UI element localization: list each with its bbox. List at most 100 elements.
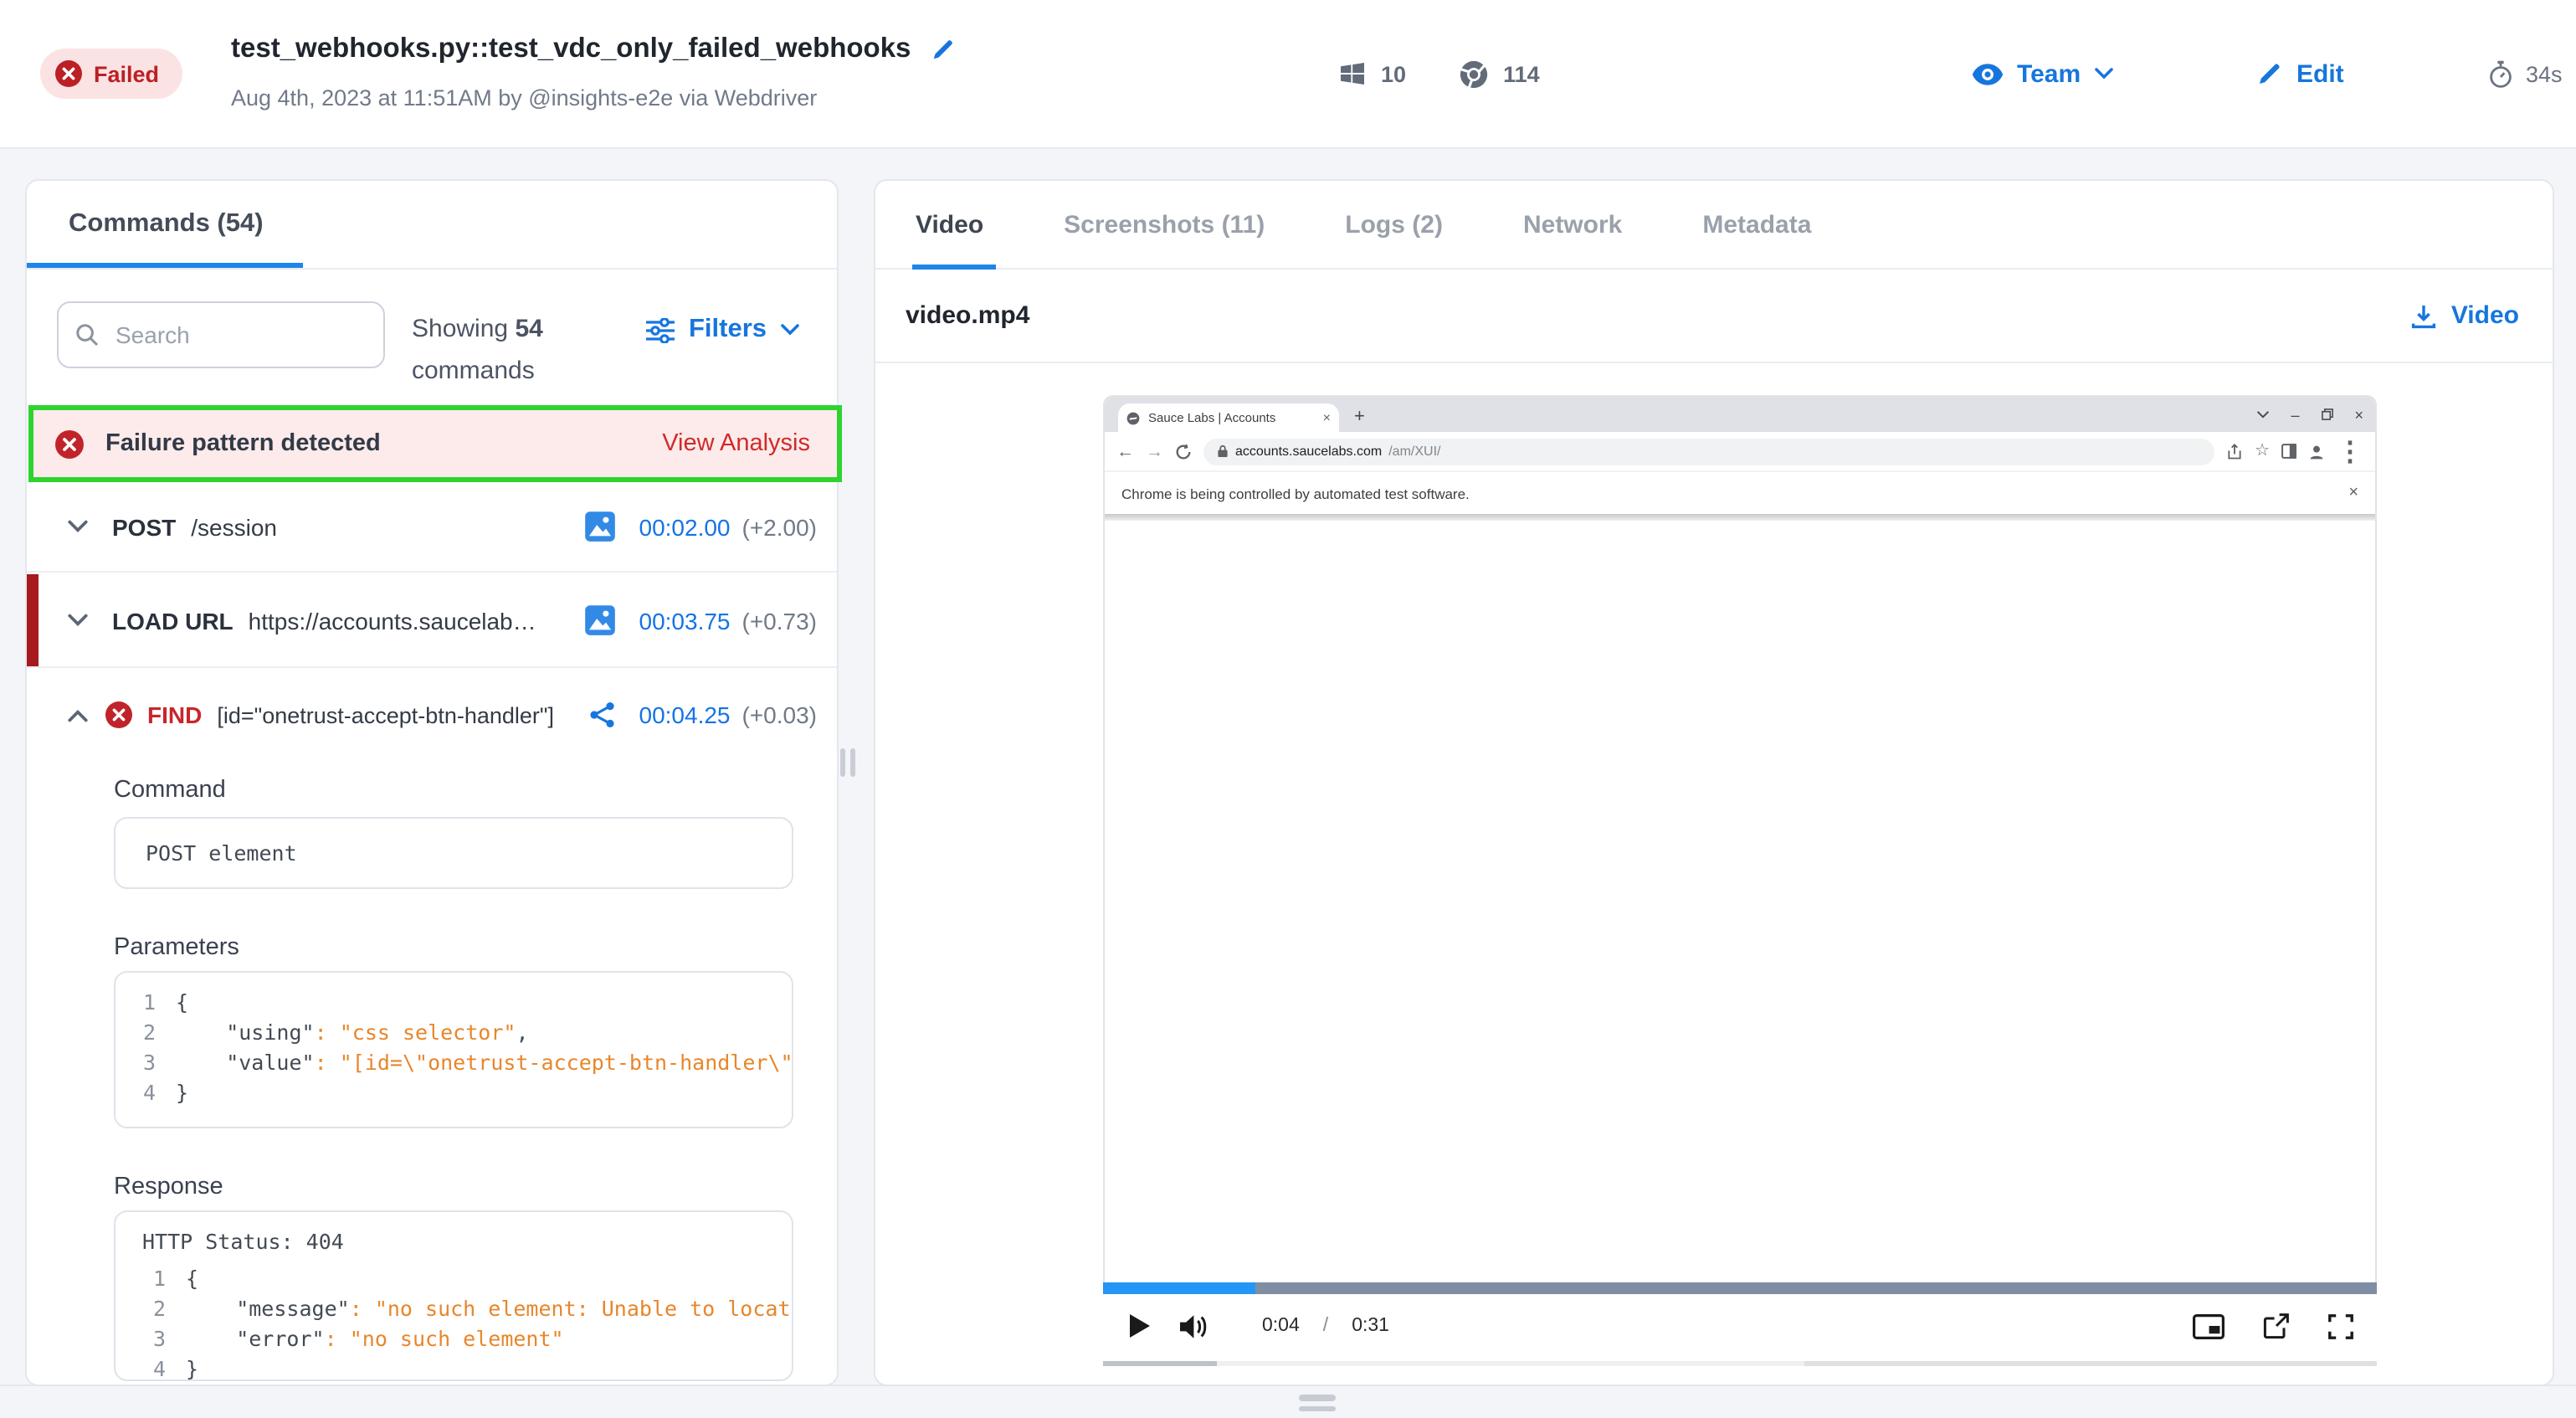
browser-tab: Sauce Labs | Accounts × (1118, 403, 1339, 432)
video-file-name: video.mp4 (906, 301, 1029, 330)
code-line: 3 "value": "[id=\"onetrust-accept-btn-ha… (132, 1048, 792, 1078)
command-value-box: POST element (114, 817, 793, 889)
screenshot-thumbnail-icon[interactable] (584, 604, 616, 636)
video-controls: 0:04 / 0:31 (1103, 1294, 2377, 1358)
chevron-down-icon[interactable] (67, 613, 89, 628)
command-time: 00:02.00 (639, 513, 731, 540)
screenshot-thumbnail-icon[interactable] (584, 511, 616, 542)
error-circle-x-icon (55, 429, 84, 458)
infobar-text: Chrome is being controlled by automated … (1121, 485, 2348, 501)
commands-tab-divider (27, 268, 837, 270)
profile-avatar-icon (2308, 443, 2325, 460)
commands-search[interactable] (57, 301, 385, 368)
http-status: HTTP Status: 404 (142, 1225, 792, 1257)
view-analysis-link[interactable]: View Analysis (662, 430, 810, 457)
share-icon[interactable] (589, 701, 616, 728)
failed-command-marker (27, 574, 38, 666)
panel-resize-handle[interactable] (840, 748, 855, 777)
chevron-down-icon[interactable] (67, 519, 89, 534)
test-details-page: Failed test_webhooks.py::test_vdc_only_f… (0, 0, 2576, 1416)
page-title: test_webhooks.py::test_vdc_only_failed_w… (231, 33, 911, 65)
video-progress-played (1103, 1282, 1256, 1294)
fullscreen-icon[interactable] (2328, 1313, 2353, 1338)
current-time: 0:04 (1262, 1316, 1300, 1336)
command-time-delta: (+0.73) (742, 607, 818, 634)
drawer-drag-handle[interactable] (1299, 1395, 1336, 1416)
bottom-drawer-bar (0, 1385, 2576, 1418)
command-arg: https://accounts.saucelabs... (249, 607, 541, 634)
download-icon (2411, 302, 2438, 329)
restore-icon (2321, 408, 2332, 420)
header: Failed test_webhooks.py::test_vdc_only_f… (0, 0, 2576, 149)
command-method: POST (112, 513, 176, 540)
tab-close-icon: × (1323, 410, 1331, 425)
volume-icon[interactable] (1180, 1313, 1208, 1338)
commands-tab-active-underline (27, 263, 303, 268)
download-video-button[interactable]: Video (2411, 301, 2519, 330)
bookmark-star-icon: ☆ (2255, 442, 2270, 460)
filter-sliders-icon (647, 317, 675, 342)
status-badge-label: Failed (94, 61, 159, 86)
browser-version: 114 (1503, 61, 1540, 86)
command-row-post-session[interactable]: POST /session 00:02.00 (+2.00) (27, 482, 837, 573)
search-input[interactable] (112, 320, 353, 350)
picture-in-picture-icon[interactable] (2193, 1313, 2224, 1338)
kebab-menu-icon: ⋮ (2337, 434, 2363, 468)
infobar-close-icon: × (2348, 484, 2358, 502)
blank-page-area (1105, 521, 2375, 1282)
command-time: 00:03.75 (639, 607, 731, 634)
commands-tab[interactable]: Commands (54) (69, 209, 264, 239)
tab-video[interactable]: Video (916, 210, 983, 239)
browser-tab-title: Sauce Labs | Accounts (1148, 410, 1315, 425)
tab-network[interactable]: Network (1523, 210, 1622, 239)
showing-count-value: 54 (515, 315, 542, 343)
code-line: 1{ (142, 1264, 792, 1294)
filters-button[interactable]: Filters (647, 315, 800, 345)
command-arg: /session (191, 513, 277, 540)
failure-banner-highlight-box: Failure pattern detected View Analysis (28, 405, 842, 482)
team-label: Team (2017, 59, 2081, 88)
edit-title-pencil-icon[interactable] (931, 37, 956, 62)
tab-screenshots[interactable]: Screenshots (11) (1064, 210, 1265, 239)
code-line: 4} (142, 1354, 792, 1381)
new-tab-icon: + (1354, 407, 1365, 427)
stopwatch-icon (2487, 59, 2514, 88)
video-horizontal-scrollbar[interactable] (1103, 1361, 2377, 1366)
os-version: 10 (1381, 61, 1406, 86)
chrome-icon (1460, 59, 1488, 88)
forward-icon: → (1146, 441, 1163, 461)
parameters-code-box: 1{ 2 "using": "css selector", 3 "value":… (114, 971, 793, 1128)
tab-logs[interactable]: Logs (2) (1345, 210, 1443, 239)
test-run-meta: Aug 4th, 2023 at 11:51AM by @insights-e2… (231, 85, 817, 110)
edit-button[interactable]: Edit (2256, 0, 2344, 147)
command-method: FIND (147, 701, 202, 728)
command-method: LOAD URL (112, 607, 233, 634)
code-line: 2 "using": "css selector", (132, 1018, 792, 1048)
command-time-delta: (+0.03) (742, 701, 818, 728)
back-icon: ← (1116, 441, 1134, 461)
failed-circle-x-icon (55, 60, 82, 87)
chevron-up-icon[interactable] (67, 707, 89, 722)
close-window-icon: × (2354, 406, 2363, 423)
play-icon[interactable] (1130, 1314, 1150, 1338)
command-section-label: Command (114, 777, 226, 804)
failure-banner: Failure pattern detected View Analysis (33, 410, 837, 477)
visibility-team-button[interactable]: Team (1972, 0, 2114, 147)
environment-info: 10 114 (1339, 0, 1540, 147)
command-arg: [id="onetrust-accept-btn-handler"] (217, 702, 554, 727)
page-top-shadow (1105, 514, 2375, 521)
favicon-icon (1126, 411, 1140, 424)
commands-panel: Commands (54) Showing 54 commands Filter… (25, 179, 839, 1386)
command-time-delta: (+2.00) (742, 513, 818, 540)
open-in-new-icon[interactable] (2263, 1313, 2290, 1339)
total-time: 0:31 (1352, 1316, 1389, 1336)
code-line: 4} (132, 1078, 792, 1108)
command-row-load-url[interactable]: LOAD URL https://accounts.saucelabs... 0… (27, 574, 837, 668)
error-circle-x-icon (105, 701, 132, 728)
chevron-down-icon (780, 323, 800, 337)
edit-label: Edit (2296, 59, 2344, 88)
video-progress-bar[interactable] (1103, 1282, 2377, 1294)
reload-icon (1175, 443, 1192, 460)
tab-metadata[interactable]: Metadata (1702, 210, 1811, 239)
command-row-find[interactable]: FIND [id="onetrust-accept-btn-handler"] … (27, 670, 837, 760)
